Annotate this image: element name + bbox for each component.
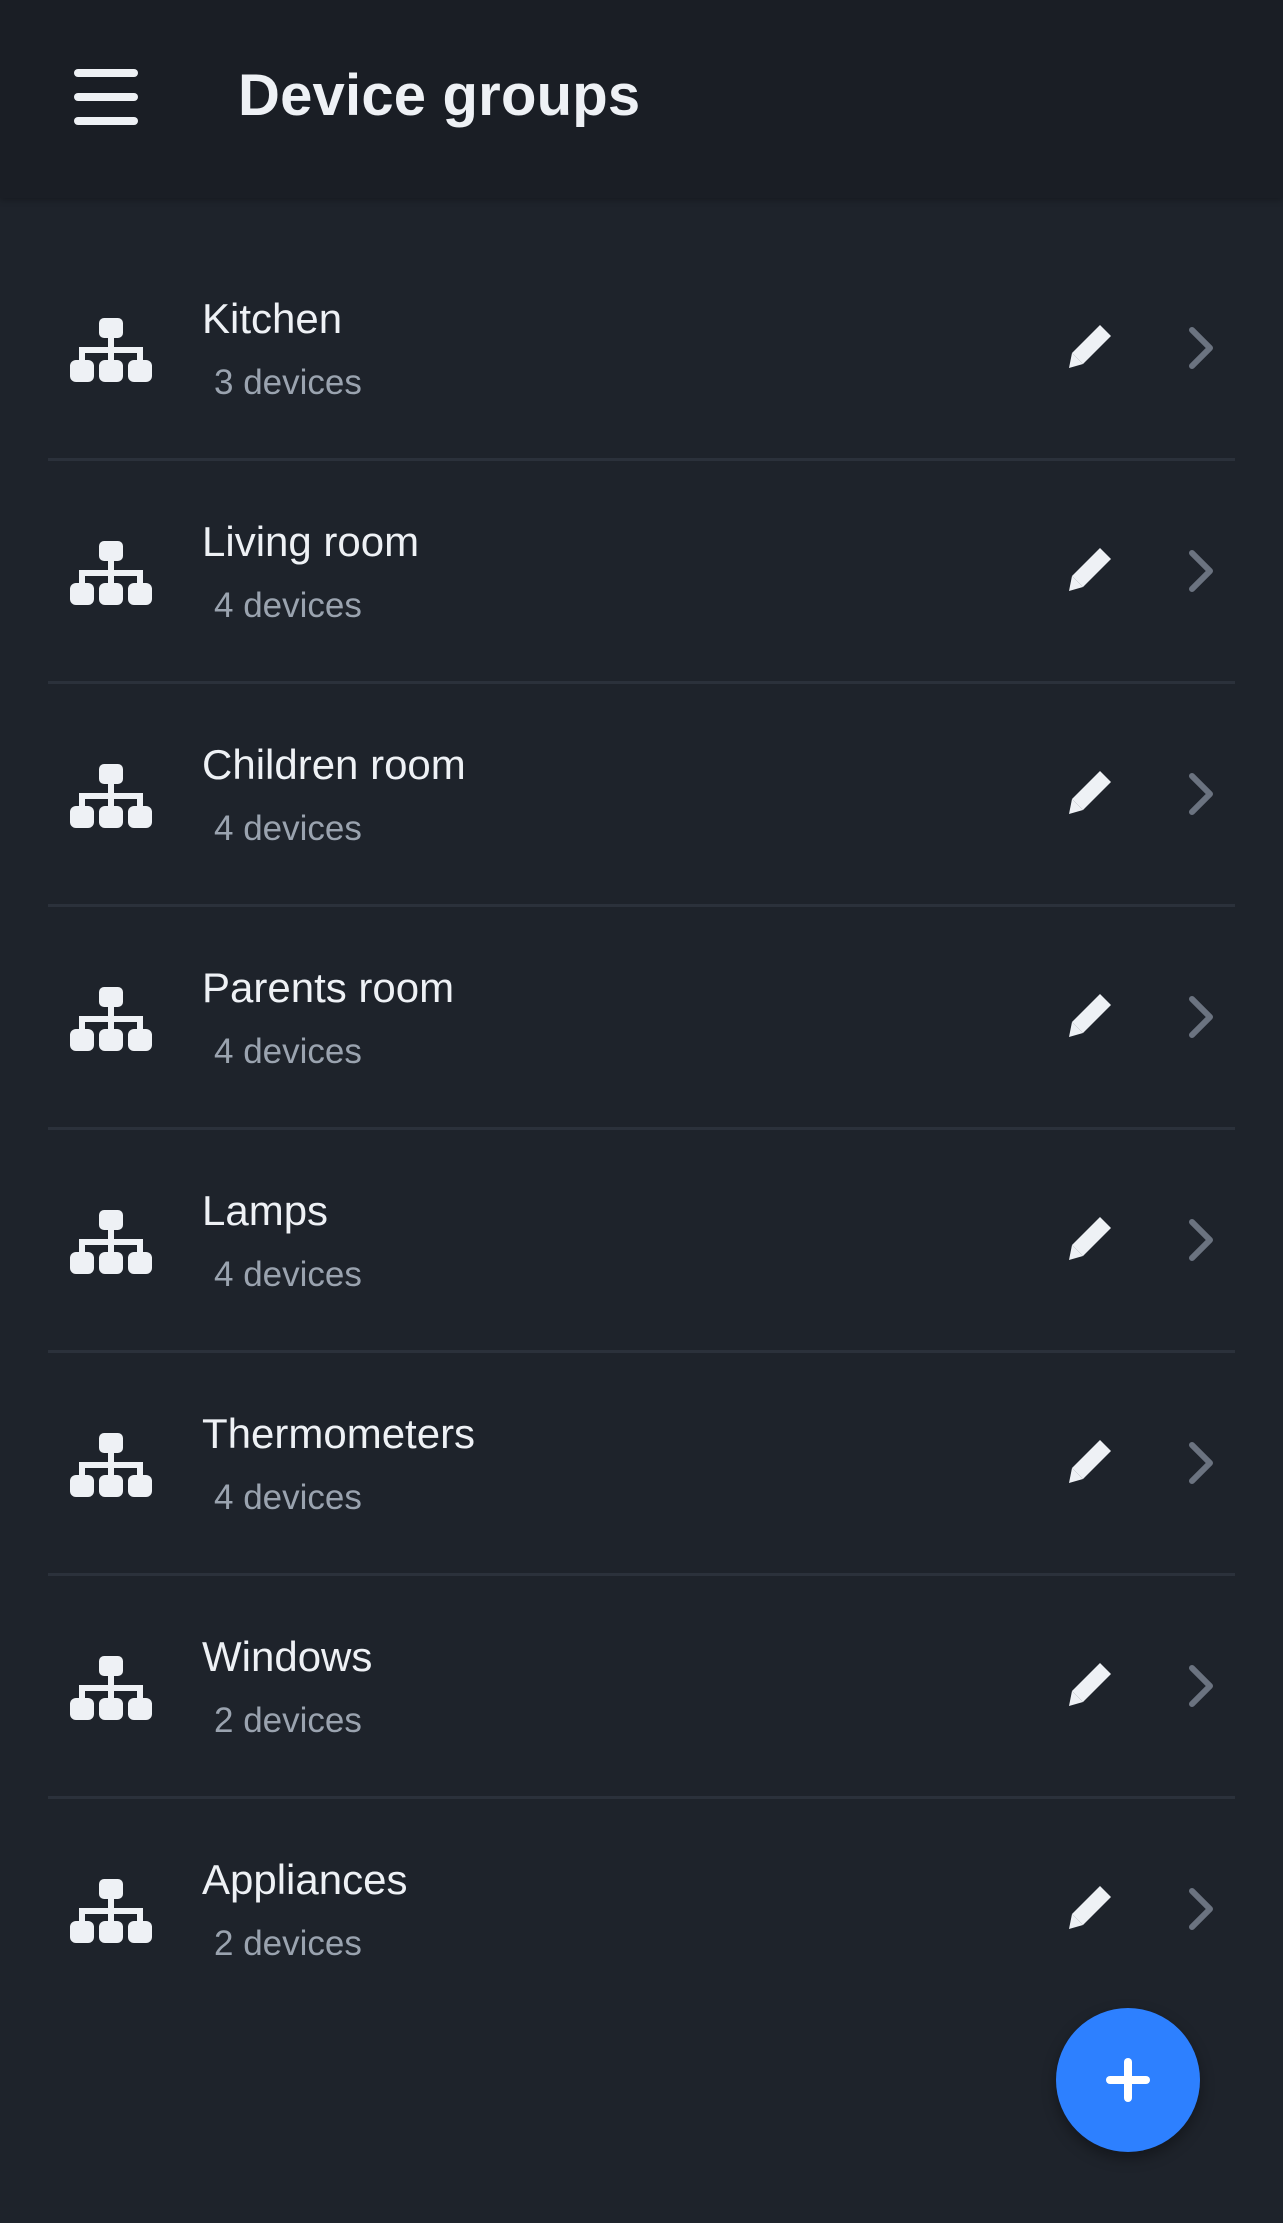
group-name: Thermometers bbox=[202, 1410, 476, 1457]
group-name: Windows bbox=[202, 1633, 373, 1680]
sitemap-group-icon bbox=[70, 1210, 152, 1276]
edit-group-button[interactable] bbox=[1044, 302, 1134, 392]
add-group-button[interactable] bbox=[1056, 2008, 1200, 2152]
group-list-item[interactable]: Appliances 2 devices bbox=[48, 1799, 1235, 2019]
edit-group-button[interactable] bbox=[1044, 1417, 1134, 1507]
group-device-count: 3 devices bbox=[214, 363, 362, 402]
page-title: Device groups bbox=[238, 63, 641, 128]
group-device-count: 4 devices bbox=[214, 586, 362, 625]
group-name: Lamps bbox=[202, 1187, 329, 1234]
chevron-right-icon bbox=[1189, 1442, 1213, 1484]
sitemap-group-icon bbox=[70, 764, 152, 830]
group-list-item[interactable]: Children room 4 devices bbox=[48, 684, 1235, 907]
group-device-count: 4 devices bbox=[214, 1255, 362, 1294]
chevron-right-icon bbox=[1189, 550, 1213, 592]
group-list-item[interactable]: Kitchen 3 devices bbox=[48, 238, 1235, 461]
edit-group-button[interactable] bbox=[1044, 525, 1134, 615]
pencil-edit-icon bbox=[1069, 771, 1111, 814]
group-name: Living room bbox=[202, 518, 420, 565]
plus-icon bbox=[1106, 2058, 1150, 2102]
pencil-edit-icon bbox=[1069, 1886, 1111, 1929]
sitemap-group-icon bbox=[70, 1433, 152, 1499]
open-group-button[interactable] bbox=[1166, 1867, 1236, 1951]
group-name: Parents room bbox=[202, 964, 455, 1011]
group-device-count: 4 devices bbox=[214, 809, 362, 848]
group-list-item[interactable]: Windows 2 devices bbox=[48, 1576, 1235, 1799]
pencil-edit-icon bbox=[1069, 1217, 1111, 1260]
group-name: Children room bbox=[202, 741, 466, 788]
group-device-count: 2 devices bbox=[214, 1924, 362, 1963]
open-group-button[interactable] bbox=[1166, 752, 1236, 836]
pencil-edit-icon bbox=[1069, 325, 1111, 368]
hamburger-menu-icon bbox=[74, 69, 138, 125]
app-bar: Device groups bbox=[0, 0, 1283, 198]
app-root: Device groups Kitchen 3 devices Living r… bbox=[0, 0, 1283, 2223]
edit-group-button[interactable] bbox=[1044, 748, 1134, 838]
edit-group-button[interactable] bbox=[1044, 1863, 1134, 1953]
device-group-list: Kitchen 3 devices Living room 4 devices … bbox=[0, 238, 1283, 2019]
open-group-button[interactable] bbox=[1166, 529, 1236, 613]
chevron-right-icon bbox=[1189, 1665, 1213, 1707]
open-group-button[interactable] bbox=[1166, 1421, 1236, 1505]
sitemap-group-icon bbox=[70, 541, 152, 607]
sitemap-group-icon bbox=[70, 318, 152, 384]
pencil-edit-icon bbox=[1069, 1663, 1111, 1706]
group-list-item[interactable]: Lamps 4 devices bbox=[48, 1130, 1235, 1353]
open-group-button[interactable] bbox=[1166, 1198, 1236, 1282]
pencil-edit-icon bbox=[1069, 548, 1111, 591]
sitemap-group-icon bbox=[70, 1656, 152, 1722]
group-name: Kitchen bbox=[202, 295, 343, 342]
group-name: Appliances bbox=[202, 1856, 408, 1903]
edit-group-button[interactable] bbox=[1044, 1640, 1134, 1730]
sitemap-group-icon bbox=[70, 987, 152, 1053]
menu-button[interactable] bbox=[60, 55, 152, 139]
group-list-item[interactable]: Thermometers 4 devices bbox=[48, 1353, 1235, 1576]
group-device-count: 4 devices bbox=[214, 1478, 362, 1517]
group-list-item[interactable]: Parents room 4 devices bbox=[48, 907, 1235, 1130]
chevron-right-icon bbox=[1189, 327, 1213, 369]
chevron-right-icon bbox=[1189, 996, 1213, 1038]
pencil-edit-icon bbox=[1069, 994, 1111, 1037]
open-group-button[interactable] bbox=[1166, 975, 1236, 1059]
pencil-edit-icon bbox=[1069, 1440, 1111, 1483]
chevron-right-icon bbox=[1189, 1888, 1213, 1930]
sitemap-group-icon bbox=[70, 1879, 152, 1945]
group-device-count: 2 devices bbox=[214, 1701, 362, 1740]
open-group-button[interactable] bbox=[1166, 306, 1236, 390]
group-device-count: 4 devices bbox=[214, 1032, 362, 1071]
chevron-right-icon bbox=[1189, 1219, 1213, 1261]
edit-group-button[interactable] bbox=[1044, 971, 1134, 1061]
chevron-right-icon bbox=[1189, 773, 1213, 815]
edit-group-button[interactable] bbox=[1044, 1194, 1134, 1284]
group-list-item[interactable]: Living room 4 devices bbox=[48, 461, 1235, 684]
open-group-button[interactable] bbox=[1166, 1644, 1236, 1728]
